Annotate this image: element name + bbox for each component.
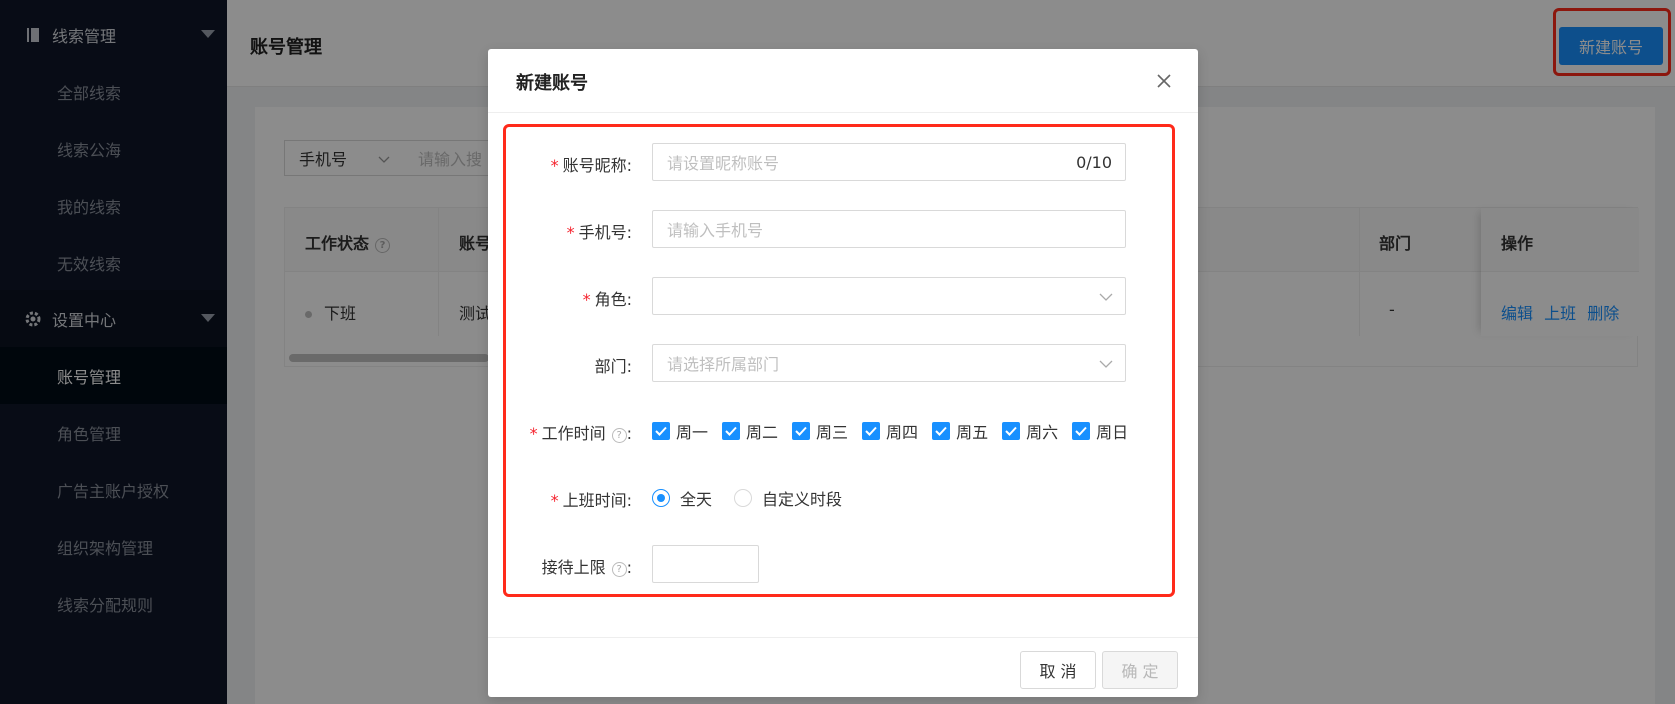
radio-custom-period[interactable]: 自定义时段 [734, 486, 842, 510]
help-icon[interactable]: ? [611, 428, 627, 443]
limit-label: 接待上限?: [541, 558, 632, 577]
help-icon[interactable]: ? [611, 562, 627, 577]
check-icon [792, 422, 811, 440]
phone-label: * 手机号: [566, 223, 632, 242]
checkbox-label: 周二 [746, 423, 779, 442]
shift-radio-group: 全天 自定义时段 [652, 486, 864, 510]
checkbox-label: 周六 [1026, 423, 1059, 442]
new-account-modal: 新建账号 * 账号昵称: 请设置昵称账号 0/10 * 手机号: 请输入手机号 * 角… [488, 49, 1198, 697]
check-icon [652, 422, 670, 440]
radio-unchecked-icon [734, 489, 753, 507]
chevron-down-icon [1099, 356, 1113, 375]
work-time-row: * 工作时间?: 周一 周二 周三 周四 周五 周六 周日 [488, 411, 1198, 451]
checkbox-wed[interactable]: 周三 [792, 419, 848, 443]
radio-label: 全天 [680, 490, 713, 509]
work-time-label: * 工作时间?: [529, 424, 632, 443]
checkbox-fri[interactable]: 周五 [932, 419, 988, 443]
dept-row: 部门: 请选择所属部门 [488, 344, 1198, 384]
checkbox-mon[interactable]: 周一 [652, 419, 708, 443]
shift-label: * 上班时间: [550, 491, 632, 510]
shift-row: * 上班时间: 全天 自定义时段 [488, 478, 1198, 518]
char-counter: 0/10 [1076, 153, 1112, 172]
phone-input[interactable]: 请输入手机号 [652, 210, 1126, 248]
nickname-row: * 账号昵称: 请设置昵称账号 0/10 [488, 143, 1198, 183]
checkbox-sat[interactable]: 周六 [1002, 419, 1058, 443]
weekday-checkboxes: 周一 周二 周三 周四 周五 周六 周日 [652, 419, 1142, 443]
checkbox-label: 周三 [816, 423, 849, 442]
radio-all-day[interactable]: 全天 [652, 486, 712, 510]
phone-placeholder: 请输入手机号 [667, 221, 764, 240]
close-icon[interactable] [1152, 69, 1176, 93]
modal-footer: 取 消 确 定 [488, 637, 1198, 697]
cancel-button[interactable]: 取 消 [1020, 651, 1096, 689]
role-select[interactable] [652, 277, 1126, 315]
limit-row: 接待上限?: [488, 545, 1198, 585]
dept-placeholder: 请选择所属部门 [667, 355, 780, 374]
checkbox-label: 周五 [956, 423, 989, 442]
check-icon [932, 422, 951, 440]
checkbox-label: 周日 [1096, 423, 1129, 442]
nickname-placeholder: 请设置昵称账号 [667, 154, 780, 173]
checkbox-thu[interactable]: 周四 [862, 419, 918, 443]
check-icon [1072, 422, 1091, 440]
modal-header: 新建账号 [488, 49, 1198, 113]
checkbox-label: 周四 [886, 423, 919, 442]
check-icon [862, 422, 881, 440]
role-label: * 角色: [582, 290, 632, 309]
nickname-input[interactable]: 请设置昵称账号 0/10 [652, 143, 1126, 181]
check-icon [1002, 422, 1021, 440]
checkbox-sun[interactable]: 周日 [1072, 419, 1128, 443]
confirm-button[interactable]: 确 定 [1102, 651, 1178, 689]
checkbox-label: 周一 [676, 423, 709, 442]
dept-select[interactable]: 请选择所属部门 [652, 344, 1126, 382]
chevron-down-icon [1099, 289, 1113, 308]
dept-label: 部门: [594, 357, 632, 376]
phone-row: * 手机号: 请输入手机号 [488, 210, 1198, 250]
check-icon [722, 422, 741, 440]
role-row: * 角色: [488, 277, 1198, 317]
radio-checked-icon [652, 489, 670, 507]
radio-label: 自定义时段 [762, 490, 843, 509]
checkbox-tue[interactable]: 周二 [722, 419, 778, 443]
nickname-label: * 账号昵称: [550, 156, 632, 175]
modal-title: 新建账号 [516, 73, 588, 94]
reception-limit-input[interactable] [652, 545, 759, 583]
